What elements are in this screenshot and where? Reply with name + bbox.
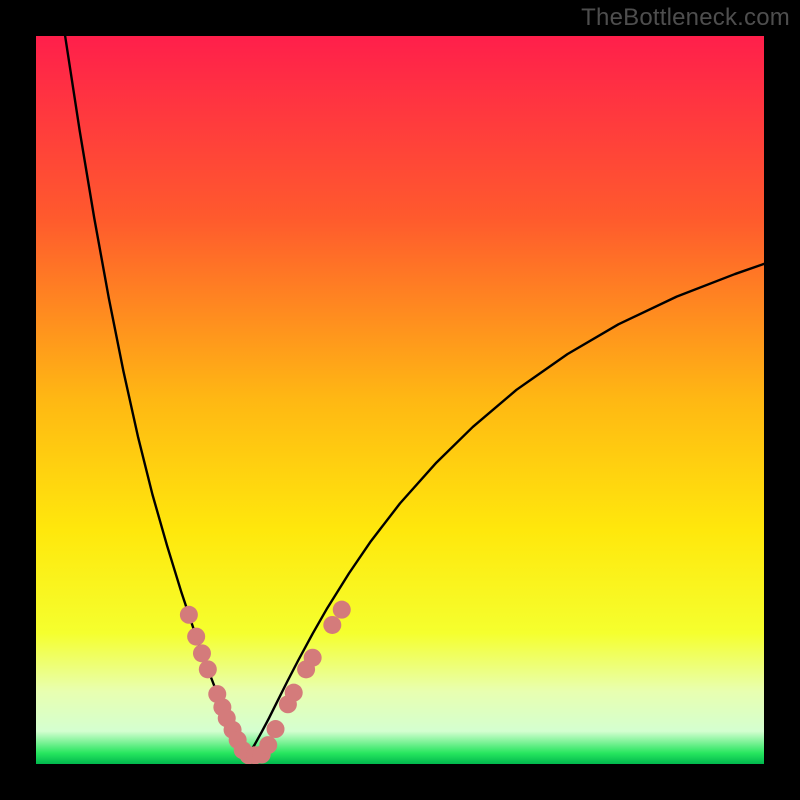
plot-area xyxy=(36,36,764,764)
marker-dot xyxy=(304,649,322,667)
chart-svg xyxy=(36,36,764,764)
marker-dot xyxy=(180,606,198,624)
marker-dot xyxy=(199,660,217,678)
marker-dot xyxy=(333,601,351,619)
marker-dot xyxy=(187,628,205,646)
marker-dot xyxy=(259,736,277,754)
chart-frame: TheBottleneck.com xyxy=(0,0,800,800)
marker-dot xyxy=(267,720,285,738)
marker-dot xyxy=(323,616,341,634)
watermark-text: TheBottleneck.com xyxy=(581,4,790,32)
marker-dot xyxy=(193,644,211,662)
marker-dot xyxy=(285,684,303,702)
gradient-background xyxy=(36,36,764,764)
